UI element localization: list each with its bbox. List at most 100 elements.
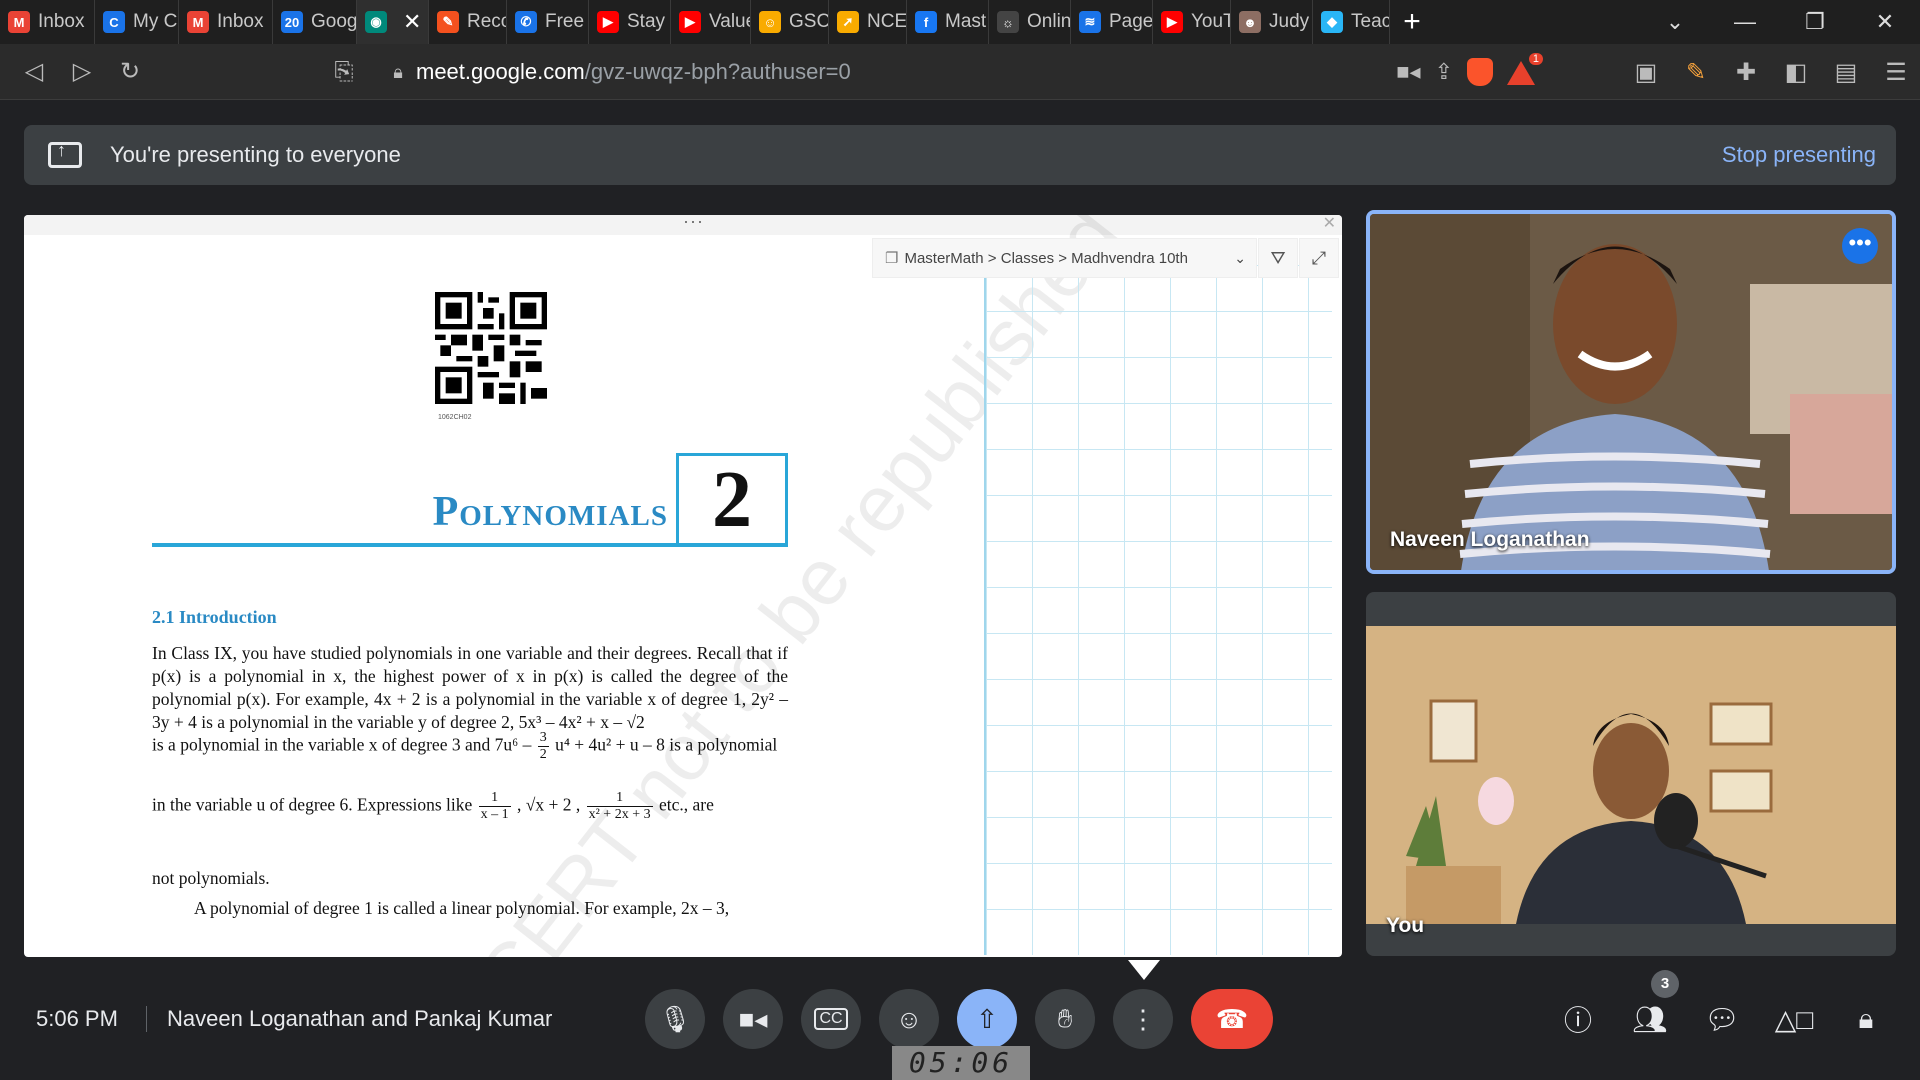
captions-icon: CC bbox=[814, 1008, 848, 1030]
browser-tab[interactable]: ☻ Judy bbox=[1231, 0, 1313, 44]
presenting-message: You're presenting to everyone bbox=[110, 142, 401, 167]
forward-button[interactable]: ▷ bbox=[58, 48, 106, 96]
drag-handle-icon[interactable]: ··· bbox=[683, 215, 704, 232]
window-controls: ⌄ — ❐ ✕ bbox=[1640, 0, 1920, 44]
host-controls-button[interactable]: 🔒︎ bbox=[1838, 991, 1894, 1047]
sidebar-icon[interactable]: ◧ bbox=[1772, 48, 1820, 96]
leave-call-button[interactable]: ☎︎ bbox=[1191, 989, 1273, 1049]
presenting-banner: You're presenting to everyone Stop prese… bbox=[24, 125, 1896, 185]
browser-tab[interactable]: ◉ ✕ bbox=[357, 0, 429, 44]
text-fragment: , √x + 2 , bbox=[517, 794, 581, 815]
fraction-numerator: 1 bbox=[478, 790, 511, 807]
self-view-tile[interactable]: You bbox=[1366, 592, 1896, 956]
gmail-icon: M bbox=[8, 11, 30, 33]
tab-title: Mast bbox=[945, 11, 987, 32]
tab-search-icon[interactable]: ⌄ bbox=[1640, 9, 1710, 35]
phone-icon: ✆ bbox=[515, 11, 537, 33]
divider bbox=[146, 1006, 147, 1032]
tab-title: Page bbox=[1109, 11, 1153, 32]
smiley-icon: ☺ bbox=[759, 11, 781, 33]
browser-tab[interactable]: ◆ Teacl bbox=[1313, 0, 1390, 44]
raise-hand-button[interactable]: ✋︎ bbox=[1035, 989, 1095, 1049]
tab-title: Teacl bbox=[1351, 11, 1389, 32]
browser-tab[interactable]: ✆ Free bbox=[507, 0, 589, 44]
brave-rewards-icon[interactable]: 1 bbox=[1507, 53, 1543, 85]
camera-button[interactable]: ■◂ bbox=[723, 989, 783, 1049]
meet-icon: ◉ bbox=[365, 11, 387, 33]
stop-presenting-button[interactable]: Stop presenting bbox=[1722, 142, 1876, 168]
browser-tab[interactable]: ☺ GSC bbox=[751, 0, 829, 44]
picture-in-picture-icon[interactable]: ▣ bbox=[1622, 48, 1670, 96]
close-tab-icon[interactable]: ✕ bbox=[403, 9, 421, 35]
tab-title: Goog bbox=[311, 11, 357, 32]
bookmark-icon[interactable]: ⎘ bbox=[320, 48, 368, 96]
chat-button[interactable]: 💬︎ bbox=[1694, 991, 1750, 1047]
browser-tab[interactable]: ✎ Reco bbox=[429, 0, 507, 44]
restore-icon[interactable]: ❐ bbox=[1780, 9, 1850, 35]
camera-icon: ■◂ bbox=[738, 1003, 768, 1034]
pen-extension-icon[interactable]: ✎ bbox=[1672, 48, 1720, 96]
extensions-icon[interactable]: ✚ bbox=[1722, 48, 1770, 96]
present-now-button[interactable]: ⇧ bbox=[957, 989, 1017, 1049]
back-button[interactable]: ◁ bbox=[10, 48, 58, 96]
people-button[interactable]: 👥︎ bbox=[1622, 991, 1678, 1047]
chevron-down-icon[interactable]: ⌄ bbox=[1234, 250, 1256, 267]
browser-tab[interactable]: f Mast bbox=[907, 0, 989, 44]
activities-icon: △□ bbox=[1774, 1003, 1814, 1035]
filter-icon[interactable]: ⛛ bbox=[1258, 238, 1298, 278]
captions-button[interactable]: CC bbox=[801, 989, 861, 1049]
browser-tab[interactable]: M Inbox bbox=[179, 0, 273, 44]
microphone-button[interactable]: 🎙︎ bbox=[645, 989, 705, 1049]
people-icon: 👥︎ bbox=[1632, 1003, 1668, 1035]
hang-up-icon: ☎︎ bbox=[1215, 1003, 1249, 1034]
calendar-icon: 20 bbox=[281, 11, 303, 33]
share-page-icon[interactable]: ⇪ bbox=[1435, 59, 1453, 85]
browser-tab[interactable]: ➚ NCEI bbox=[829, 0, 907, 44]
tab-title: Onlin bbox=[1027, 11, 1071, 32]
more-options-icon[interactable]: ••• bbox=[1842, 228, 1878, 264]
timer-widget: 05:06 bbox=[892, 1046, 1030, 1080]
more-options-button[interactable]: ⋮ bbox=[1113, 989, 1173, 1049]
expand-icon[interactable]: ⤢ bbox=[1299, 238, 1339, 278]
close-window-icon[interactable]: ✕ bbox=[1850, 9, 1920, 35]
meeting-details-button[interactable]: ⓘ bbox=[1550, 991, 1606, 1047]
browser-tab[interactable]: 20 Goog bbox=[273, 0, 357, 44]
new-tab-button[interactable]: + bbox=[1390, 5, 1434, 39]
minimize-icon[interactable]: — bbox=[1710, 9, 1780, 35]
fraction: 32 bbox=[537, 730, 549, 763]
browser-tab[interactable]: ≋ Page bbox=[1071, 0, 1153, 44]
browser-tab[interactable]: ▶ Value bbox=[671, 0, 751, 44]
meeting-title: Naveen Loganathan and Pankaj Kumar bbox=[167, 1006, 553, 1031]
browser-tab[interactable]: C My C bbox=[95, 0, 179, 44]
chapter-title-row: Polynomials 2 bbox=[152, 453, 788, 547]
activities-button[interactable]: △□ bbox=[1766, 991, 1822, 1047]
browser-tab[interactable]: ▶ Stay bbox=[589, 0, 671, 44]
camera-in-use-icon[interactable]: ■◂ bbox=[1396, 59, 1420, 85]
brave-shields-icon[interactable] bbox=[1467, 58, 1493, 86]
share-window-topbar: ··· ✕ bbox=[24, 215, 1342, 235]
tab-title: Judy bbox=[1269, 11, 1310, 32]
reactions-button[interactable]: ☺ bbox=[879, 989, 939, 1049]
text-fragment: is a polynomial in the variable x of deg… bbox=[152, 734, 532, 755]
whiteboard-grid[interactable] bbox=[984, 265, 1332, 955]
mastermath-breadcrumb-bar[interactable]: ❐ MasterMath > Classes > Madhvendra 10th… bbox=[872, 238, 1257, 278]
youtube-icon: ▶ bbox=[679, 11, 701, 33]
participant-tile[interactable]: ••• Naveen Loganathan bbox=[1366, 210, 1896, 574]
avatar-icon: ☻ bbox=[1239, 11, 1261, 33]
current-time: 5:06 PM bbox=[36, 1006, 118, 1031]
section-heading: 2.1 Introduction bbox=[152, 607, 277, 627]
youtube-icon: ▶ bbox=[597, 11, 619, 33]
rewards-badge: 1 bbox=[1528, 53, 1543, 65]
microphone-icon: 🎙︎ bbox=[658, 1003, 692, 1034]
browser-tab[interactable]: M Inbox bbox=[0, 0, 95, 44]
browser-tab[interactable]: ☼ Onlin bbox=[989, 0, 1071, 44]
tab-title: Inbox bbox=[38, 11, 85, 32]
teach-icon: ◆ bbox=[1321, 11, 1343, 33]
menu-icon[interactable]: ☰ bbox=[1872, 48, 1920, 96]
browser-tab[interactable]: ▶ YouT bbox=[1153, 0, 1231, 44]
address-bar[interactable]: 🔒︎ meet.google.com/gvz-uwqz-bph?authuser… bbox=[380, 52, 1543, 92]
reload-button[interactable]: ↻ bbox=[106, 48, 154, 96]
wallet-icon[interactable]: ▤ bbox=[1822, 48, 1870, 96]
url-path: /gvz-uwqz-bph?authuser=0 bbox=[584, 59, 851, 84]
close-icon[interactable]: ✕ bbox=[1323, 215, 1336, 233]
